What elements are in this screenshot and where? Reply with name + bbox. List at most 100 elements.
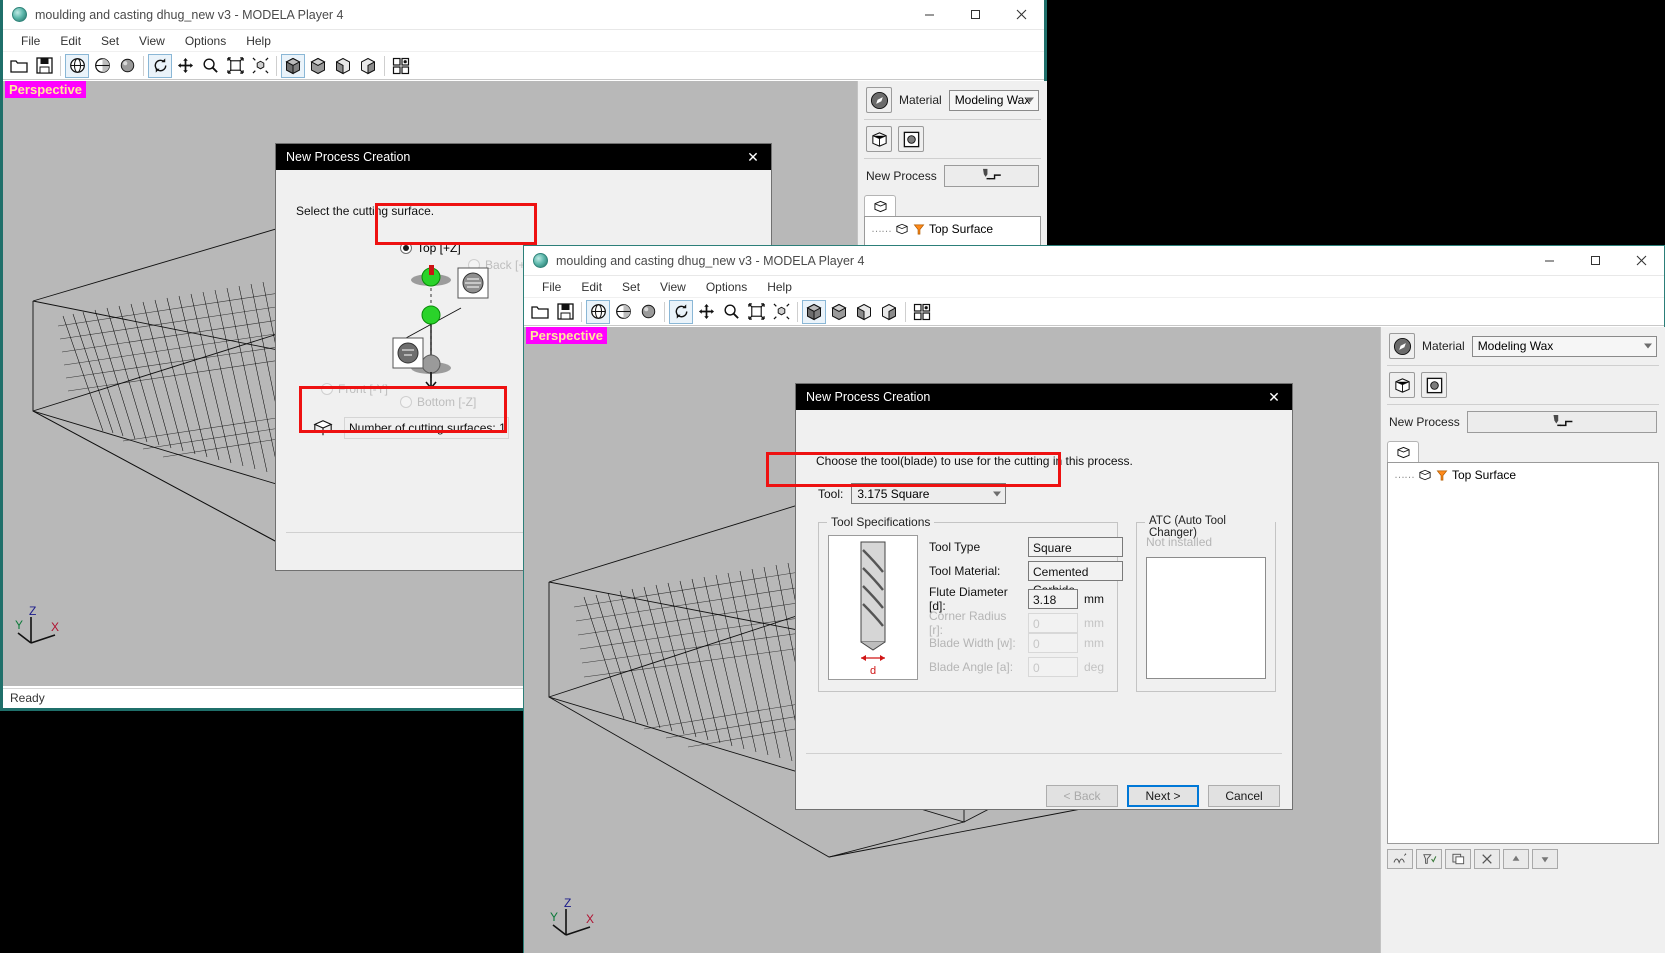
- menu2-view[interactable]: View: [650, 276, 696, 298]
- grid-view-icon-2[interactable]: [910, 300, 934, 324]
- new-process-button-2[interactable]: [1466, 411, 1657, 433]
- model-cube-icon[interactable]: [866, 126, 892, 152]
- window2-menubar[interactable]: File Edit Set View Options Help: [524, 276, 1664, 298]
- window2-caption-buttons[interactable]: [1526, 246, 1664, 275]
- maximize-button[interactable]: [952, 0, 998, 29]
- window2-tabstrip[interactable]: [1381, 441, 1665, 462]
- open-folder-icon[interactable]: [7, 54, 31, 78]
- next-button[interactable]: Next >: [1127, 785, 1199, 807]
- cube-solid-icon[interactable]: [306, 54, 330, 78]
- window2-material-row[interactable]: Material Modeling Wax: [1381, 327, 1665, 365]
- window2-process-tree[interactable]: …… Top Surface: [1387, 462, 1659, 844]
- model-tab-icon[interactable]: [864, 195, 896, 216]
- cube-solid-icon-2[interactable]: [827, 300, 851, 324]
- move-up-icon[interactable]: [1503, 849, 1529, 869]
- rotate-icon-2[interactable]: [669, 299, 693, 324]
- window1-new-process-row[interactable]: New Process: [858, 159, 1047, 193]
- open-folder-icon-2[interactable]: [528, 300, 552, 324]
- tool-row[interactable]: Tool: 3.175 Square: [818, 483, 1007, 504]
- model-cube-icon-2[interactable]: [1389, 372, 1415, 398]
- zoom-box-icon-2[interactable]: [769, 300, 793, 324]
- maximize-button-2[interactable]: [1572, 246, 1618, 275]
- cancel-button[interactable]: Cancel: [1208, 785, 1280, 807]
- globe-half-icon[interactable]: [90, 54, 114, 78]
- window1-tabstrip[interactable]: [858, 195, 1047, 216]
- globe-wire-icon[interactable]: [65, 53, 89, 78]
- window1-material-row[interactable]: Material Modeling Wax: [858, 81, 1047, 119]
- cutting-params-icon[interactable]: [1387, 849, 1413, 869]
- menu2-set[interactable]: Set: [612, 276, 650, 298]
- pan-move-icon[interactable]: [173, 54, 197, 78]
- window2-view-buttons[interactable]: [1381, 366, 1665, 404]
- surface-target-icon[interactable]: [898, 126, 924, 152]
- window1-titlebar[interactable]: moulding and casting dhug_new v3 - MODEL…: [3, 0, 1044, 30]
- menu-view[interactable]: View: [129, 30, 175, 52]
- fit-view-icon-2[interactable]: [744, 300, 768, 324]
- back-button[interactable]: < Back: [1046, 785, 1118, 807]
- tree-item-top-surface[interactable]: …… Top Surface: [865, 217, 1040, 241]
- window1-view-buttons[interactable]: [858, 120, 1047, 158]
- menu-set[interactable]: Set: [91, 30, 129, 52]
- material-select[interactable]: Modeling Wax: [948, 89, 1039, 111]
- move-down-icon[interactable]: [1532, 849, 1558, 869]
- grid-view-icon[interactable]: [389, 54, 413, 78]
- globe-half-icon-2[interactable]: [611, 300, 635, 324]
- minimize-button-2[interactable]: [1526, 246, 1572, 275]
- material-compass-icon-2[interactable]: [1389, 333, 1415, 359]
- cube-left-icon-2[interactable]: [852, 300, 876, 324]
- dialog1-close-button[interactable]: ✕: [735, 144, 771, 170]
- dialog1-titlebar[interactable]: New Process Creation ✕: [276, 144, 771, 170]
- fit-view-icon[interactable]: [223, 54, 247, 78]
- minimize-button[interactable]: [906, 0, 952, 29]
- window1-toolbar[interactable]: [3, 52, 1044, 80]
- window2-process-toolbar[interactable]: [1381, 844, 1665, 874]
- menu-edit[interactable]: Edit: [50, 30, 91, 52]
- copy-process-icon[interactable]: [1445, 849, 1471, 869]
- menu-file[interactable]: File: [11, 30, 50, 52]
- new-process-button[interactable]: [943, 165, 1039, 187]
- window1-caption-buttons[interactable]: [906, 0, 1044, 29]
- cube-shaded-icon[interactable]: [281, 53, 305, 78]
- atc-list[interactable]: [1146, 557, 1266, 679]
- surface-target-icon-2[interactable]: [1421, 372, 1447, 398]
- menu2-file[interactable]: File: [532, 276, 571, 298]
- radio-top-plus-z[interactable]: Top [+Z]: [400, 241, 461, 255]
- globe-wire-icon-2[interactable]: [586, 299, 610, 324]
- model-tab-icon-2[interactable]: [1387, 441, 1419, 462]
- save-disk-icon[interactable]: [32, 54, 56, 78]
- menu-help[interactable]: Help: [236, 30, 281, 52]
- cube-shaded-icon-2[interactable]: [802, 299, 826, 324]
- sphere-solid-icon-2[interactable]: [636, 300, 660, 324]
- rotate-icon[interactable]: [148, 53, 172, 78]
- save-disk-icon-2[interactable]: [553, 300, 577, 324]
- menu2-options[interactable]: Options: [696, 276, 757, 298]
- menu2-edit[interactable]: Edit: [571, 276, 612, 298]
- tree-item-top-surface-2[interactable]: …… Top Surface: [1388, 463, 1658, 487]
- zoom-magnifier-icon[interactable]: [198, 54, 222, 78]
- cube-left-icon[interactable]: [331, 54, 355, 78]
- zoom-box-icon[interactable]: [248, 54, 272, 78]
- window2-new-process-row[interactable]: New Process: [1381, 405, 1665, 439]
- menu2-help[interactable]: Help: [757, 276, 802, 298]
- close-button[interactable]: [998, 0, 1044, 29]
- close-button-2[interactable]: [1618, 246, 1664, 275]
- tool-select-icon[interactable]: [1416, 849, 1442, 869]
- dialog-new-process-creation-2[interactable]: New Process Creation ✕ Choose the tool(b…: [795, 383, 1293, 810]
- sphere-solid-icon[interactable]: [115, 54, 139, 78]
- material-select-2[interactable]: Modeling Wax: [1471, 335, 1657, 357]
- menu-options[interactable]: Options: [175, 30, 236, 52]
- tool-select[interactable]: 3.175 Square: [851, 483, 1007, 504]
- window2-side-panel[interactable]: Material Modeling Wax New Process …… Top…: [1380, 327, 1665, 953]
- zoom-magnifier-icon-2[interactable]: [719, 300, 743, 324]
- dialog2-titlebar[interactable]: New Process Creation ✕: [796, 384, 1292, 410]
- cube-right-icon[interactable]: [356, 54, 380, 78]
- cube-right-icon-2[interactable]: [877, 300, 901, 324]
- window1-menubar[interactable]: File Edit Set View Options Help: [3, 30, 1044, 52]
- dialog2-footer[interactable]: < Back Next > Cancel: [1046, 785, 1280, 807]
- pan-move-icon-2[interactable]: [694, 300, 718, 324]
- window2-titlebar[interactable]: moulding and casting dhug_new v3 - MODEL…: [524, 246, 1664, 276]
- window2-toolbar[interactable]: [524, 298, 1664, 326]
- delete-process-icon[interactable]: [1474, 849, 1500, 869]
- material-compass-icon[interactable]: [866, 87, 892, 113]
- dialog2-close-button[interactable]: ✕: [1256, 384, 1292, 410]
